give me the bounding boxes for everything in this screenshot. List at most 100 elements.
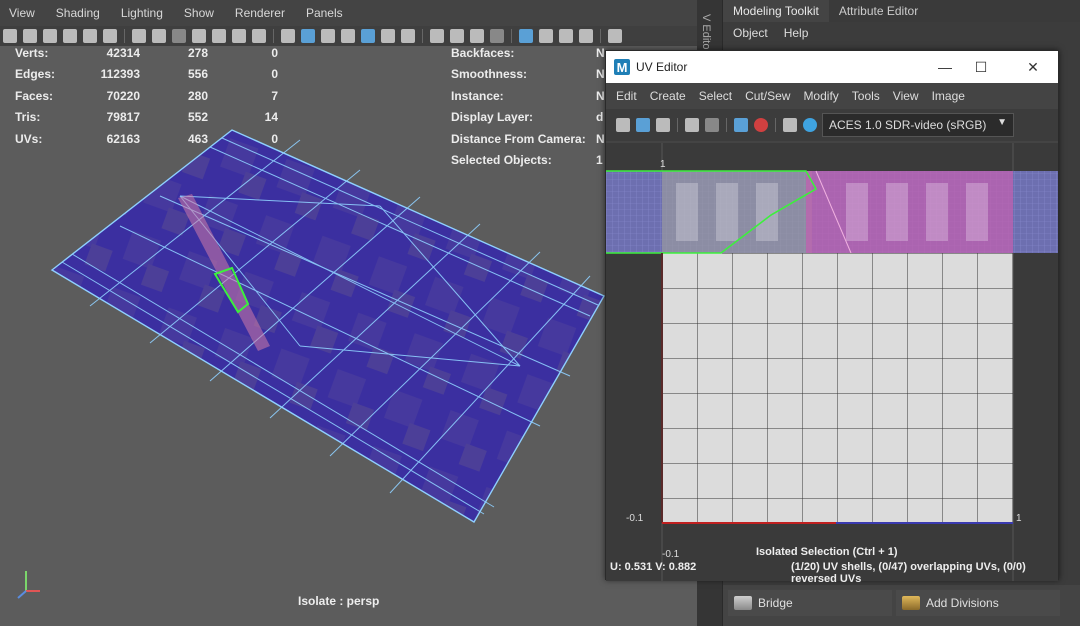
maximize-icon[interactable]: ☐: [958, 51, 1004, 83]
stat-label-edges: Edges:: [15, 67, 56, 81]
stat-faces-extra: 7: [271, 89, 278, 103]
field-chart-icon[interactable]: [212, 29, 226, 43]
smooth-shade-icon[interactable]: [301, 29, 315, 43]
menu-select[interactable]: Select: [699, 89, 732, 103]
menu-lighting[interactable]: Lighting: [121, 6, 163, 20]
isolate-label: Isolate : persp: [298, 594, 380, 608]
maya-logo-icon: M: [614, 59, 630, 75]
camera-icon[interactable]: [3, 29, 17, 43]
xray-icon[interactable]: [539, 29, 553, 43]
shadows-icon[interactable]: [401, 29, 415, 43]
toolbar-divider: [600, 29, 601, 43]
anti-aliasing-icon[interactable]: [470, 29, 484, 43]
uv-axis-label-left: -0.1: [626, 513, 644, 524]
stat-edges-selected: 556: [187, 67, 208, 81]
uv-canvas[interactable]: 1 -0.1 1 -0.1: [606, 143, 1058, 581]
pan-zoom-icon[interactable]: [83, 29, 97, 43]
toolbar-divider: [273, 29, 274, 43]
uv-shell-stats: (1/20) UV shells, (0/47) overlapping UVs…: [791, 561, 1026, 585]
hud-value-instance: N: [596, 89, 605, 103]
uv-grid-icon[interactable]: [685, 118, 699, 132]
colorspace-dropdown[interactable]: ACES 1.0 SDR-video (sRGB) ▼: [822, 113, 1014, 137]
menu-help[interactable]: Help: [784, 26, 809, 40]
close-icon[interactable]: ✕: [1010, 51, 1056, 83]
menu-image[interactable]: Image: [932, 89, 965, 103]
uv-pixel-snap-icon[interactable]: [705, 118, 719, 132]
menu-view[interactable]: View: [9, 6, 35, 20]
menu-edit[interactable]: Edit: [616, 89, 637, 103]
hud-value-selected-objects: 1: [596, 153, 603, 167]
xray-joints-icon[interactable]: [579, 29, 593, 43]
gate-mask-icon[interactable]: [192, 29, 206, 43]
snapshot-camera-icon[interactable]: [783, 118, 797, 132]
tab-attribute-editor[interactable]: Attribute Editor: [829, 0, 928, 22]
uv-editor-window: M UV Editor — ☐ ✕ Edit Create Select Cut…: [605, 50, 1059, 585]
toolbar-divider: [775, 118, 776, 132]
textured-icon[interactable]: [361, 29, 375, 43]
uv-editor-menubar: Edit Create Select Cut/Sew Modify Tools …: [606, 83, 1058, 109]
menu-tools[interactable]: Tools: [852, 89, 880, 103]
dock-tabbar: Modeling Toolkit Attribute Editor: [723, 0, 1080, 22]
screen-space-ao-icon[interactable]: [430, 29, 444, 43]
camera-attributes-icon[interactable]: [23, 29, 37, 43]
uv-axis-label-bottom: -0.1: [662, 549, 680, 560]
isolate-select-icon[interactable]: [519, 29, 533, 43]
resolution-gate-icon[interactable]: [172, 29, 186, 43]
menu-cut-sew[interactable]: Cut/Sew: [745, 89, 790, 103]
stat-edges-total: 112393: [100, 67, 140, 81]
safe-action-icon[interactable]: [232, 29, 246, 43]
menu-modify[interactable]: Modify: [803, 89, 838, 103]
checker-map-icon[interactable]: [734, 118, 748, 132]
bridge-button[interactable]: Bridge: [728, 590, 892, 616]
default-material-icon[interactable]: [321, 29, 335, 43]
hud-label-backfaces: Backfaces:: [451, 46, 515, 60]
color-management-icon[interactable]: [803, 118, 817, 132]
record-icon[interactable]: [754, 118, 768, 132]
add-divisions-button[interactable]: Add Divisions: [896, 590, 1060, 616]
image-plane-icon[interactable]: [63, 29, 77, 43]
add-divisions-label: Add Divisions: [926, 596, 999, 610]
menu-object[interactable]: Object: [733, 26, 768, 40]
depth-of-field-icon[interactable]: [490, 29, 504, 43]
menu-view[interactable]: View: [893, 89, 919, 103]
bookmark-icon[interactable]: [43, 29, 57, 43]
uv-grid-toggle-icon[interactable]: [616, 118, 630, 132]
dock-menubar: Object Help: [723, 22, 1080, 44]
menu-renderer[interactable]: Renderer: [235, 6, 285, 20]
uv-layout-graphic: [606, 143, 1058, 581]
menu-create[interactable]: Create: [650, 89, 686, 103]
film-gate-icon[interactable]: [152, 29, 166, 43]
exposure-icon[interactable]: [608, 29, 622, 43]
lights-icon[interactable]: [381, 29, 395, 43]
uv-editor-toolbar: ACES 1.0 SDR-video (sRGB) ▼: [606, 109, 1058, 141]
tab-modeling-toolkit[interactable]: Modeling Toolkit: [723, 0, 829, 22]
bridge-icon: [734, 596, 752, 610]
wireframe-on-shaded-icon[interactable]: [341, 29, 355, 43]
hud-label-selected-objects: Selected Objects:: [451, 153, 552, 167]
viewport-toolbar: [0, 26, 697, 46]
safe-title-icon[interactable]: [252, 29, 266, 43]
uv-distortion-icon[interactable]: [656, 118, 670, 132]
xray-active-components-icon[interactable]: [559, 29, 573, 43]
stat-uvs-extra: 0: [271, 132, 278, 146]
hud-value-smoothness: N: [596, 67, 605, 81]
stat-label-faces: Faces:: [15, 89, 54, 103]
grid-icon[interactable]: [132, 29, 146, 43]
hud-label-instance: Instance:: [451, 89, 504, 103]
stat-label-uvs: UVs:: [15, 132, 43, 146]
stat-tris-extra: 14: [264, 110, 278, 124]
perspective-viewport[interactable]: View Shading Lighting Show Renderer Pane…: [0, 0, 697, 626]
toolbar-divider: [511, 29, 512, 43]
wireframe-icon[interactable]: [281, 29, 295, 43]
stat-edges-extra: 0: [271, 67, 278, 81]
uv-shaded-icon[interactable]: [636, 118, 650, 132]
uv-axis-label-top: 1: [660, 159, 666, 170]
viewport-menubar: View Shading Lighting Show Renderer Pane…: [0, 0, 697, 26]
menu-shading[interactable]: Shading: [56, 6, 100, 20]
grease-pencil-icon[interactable]: [103, 29, 117, 43]
menu-panels[interactable]: Panels: [306, 6, 343, 20]
menu-show[interactable]: Show: [184, 6, 214, 20]
motion-blur-icon[interactable]: [450, 29, 464, 43]
stat-uvs-total: 62163: [106, 132, 140, 146]
uv-editor-titlebar[interactable]: M UV Editor — ☐ ✕: [606, 51, 1058, 83]
